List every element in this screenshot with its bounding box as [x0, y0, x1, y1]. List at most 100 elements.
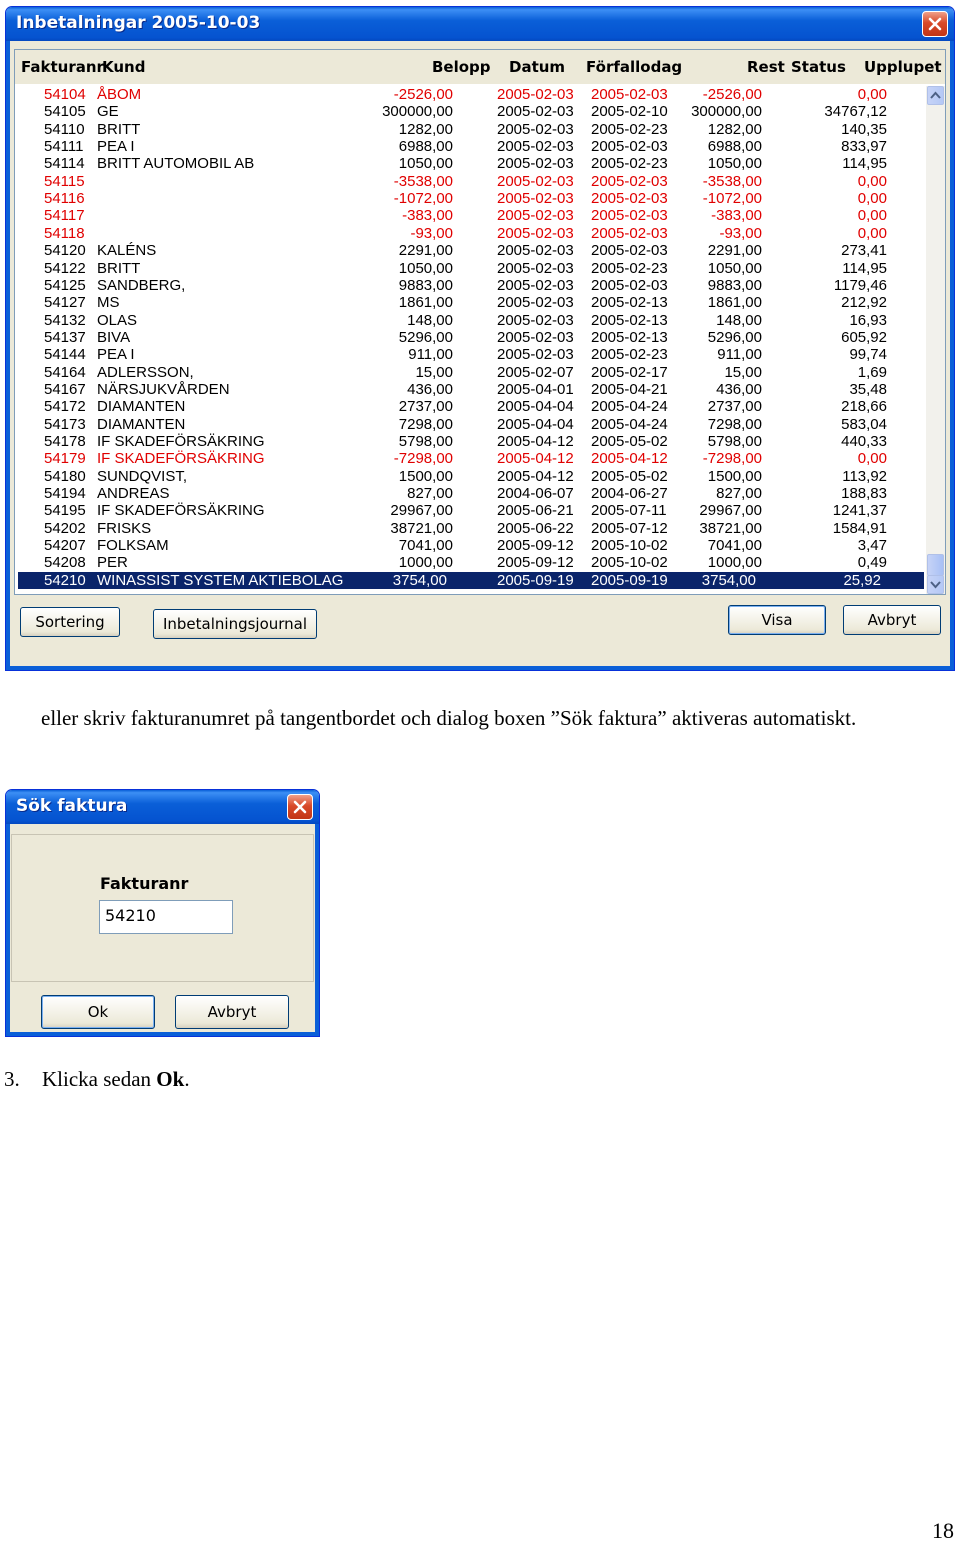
- cell-nr: 54208: [44, 554, 86, 572]
- table-row[interactable]: 54120 KALÉNS 2291,00 2005-02-03 2005-02-03 22…: [15, 242, 927, 259]
- table-row[interactable]: 54172 DIAMANTEN 2737,00 2005-04-04 2005-04-2…: [15, 398, 927, 415]
- table-row[interactable]: 54114 BRITT AUTOMOBIL AB 1050,00 2005-02-03…: [15, 155, 927, 172]
- cell-belopp: 3754,00: [392, 571, 447, 589]
- cell-rest: -2526,00: [702, 86, 762, 103]
- table-row[interactable]: 54132 OLAS 148,00 2005-02-03 2005-02-13 148,0…: [15, 312, 927, 329]
- column-header-kund[interactable]: Kund: [102, 58, 145, 76]
- cell-nr: 54116: [44, 190, 85, 208]
- table-row[interactable]: 54122 BRITT 1050,00 2005-02-03 2005-02-23 105…: [15, 260, 927, 277]
- cell-belopp: 827,00: [407, 485, 453, 503]
- column-header-status[interactable]: Status: [791, 58, 846, 76]
- payments-titlebar[interactable]: Inbetalningar 2005-10-03: [6, 7, 954, 41]
- fakturanr-input[interactable]: 54210: [99, 900, 233, 934]
- column-header-belopp[interactable]: Belopp: [432, 58, 491, 76]
- cell-rest: 911,00: [717, 346, 762, 364]
- cell-rest: -93,00: [719, 224, 762, 242]
- cell-forfall: 2005-05-02: [591, 467, 668, 485]
- visa-button[interactable]: Visa: [728, 605, 826, 635]
- cell-belopp: -2526,00: [393, 86, 453, 103]
- dialog-title: Sök faktura: [16, 796, 128, 816]
- table-row[interactable]: 54210 WINASSIST SYSTEM AKTIEBOLAG 3754,00 2…: [18, 571, 924, 589]
- table-row[interactable]: 54125 SANDBERG, 9883,00 2005-02-03 2005-02-0…: [15, 277, 927, 294]
- column-header-rest[interactable]: Rest: [747, 58, 785, 76]
- cell-belopp: 1050,00: [398, 155, 453, 173]
- cell-forfall: 2005-02-03: [591, 138, 668, 156]
- inbetalningsjournal-button[interactable]: Inbetalningsjournal: [153, 609, 317, 639]
- table-row[interactable]: 54202 FRISKS 38721,00 2005-06-22 2005-07-12 3…: [15, 520, 927, 537]
- step-instruction: 3. Klicka sedan Ok.: [4, 1067, 190, 1092]
- table-row[interactable]: 54173 DIAMANTEN 7298,00 2005-04-04 2005-04-2…: [15, 416, 927, 433]
- table-row[interactable]: 54127 MS 1861,00 2005-02-03 2005-02-13 1861,0…: [15, 294, 927, 311]
- table-row[interactable]: 54179 IF SKADEFÖRSÄKRING -7298,00 2005-04-1…: [15, 450, 927, 467]
- table-row[interactable]: 54116 -1072,00 2005-02-03 2005-02-03 -1072,0…: [15, 190, 927, 207]
- cell-belopp: -7298,00: [393, 450, 453, 468]
- cell-rest: 15,00: [724, 363, 762, 381]
- scroll-down-button[interactable]: [927, 575, 944, 594]
- cell-belopp: 1050,00: [398, 259, 453, 277]
- table-row[interactable]: 54178 IF SKADEFÖRSÄKRING 5798,00 2005-04-12…: [15, 433, 927, 450]
- cell-belopp: 5798,00: [398, 433, 453, 450]
- cell-datum: 2005-02-03: [497, 120, 574, 138]
- cell-belopp: 1000,00: [398, 554, 453, 572]
- cell-nr: 54125: [44, 276, 86, 294]
- table-row[interactable]: 54117 -383,00 2005-02-03 2005-02-03 -383,00 0…: [15, 207, 927, 224]
- cell-nr: 54172: [44, 398, 86, 416]
- cell-kund: FOLKSAM: [97, 537, 169, 555]
- cell-kund: ANDREAS: [97, 485, 170, 503]
- sortering-button[interactable]: Sortering: [20, 607, 120, 637]
- cell-forfall: 2005-04-21: [591, 380, 668, 398]
- table-row[interactable]: 54180 SUNDQVIST, 1500,00 2005-04-12 2005-05-…: [15, 468, 927, 485]
- cell-belopp: -383,00: [402, 207, 453, 225]
- table-row[interactable]: 54105 GE 300000,00 2005-02-03 2005-02-10 3000…: [15, 103, 927, 120]
- dialog-titlebar[interactable]: Sök faktura: [6, 790, 319, 824]
- table-row[interactable]: 54115 -3538,00 2005-02-03 2005-02-03 -3538,0…: [15, 173, 927, 190]
- cell-forfall: 2005-04-24: [591, 415, 668, 433]
- table-row[interactable]: 54195 IF SKADEFÖRSÄKRING 29967,00 2005-06-2…: [15, 502, 927, 519]
- column-header-forfallodag[interactable]: Förfallodag: [586, 58, 682, 76]
- column-header-fakturanr[interactable]: Fakturanr: [21, 58, 104, 76]
- cell-kund: BRITT: [97, 259, 141, 277]
- cell-upplupet: 114,95: [842, 259, 887, 277]
- vertical-scrollbar[interactable]: [926, 86, 945, 594]
- avbryt-button[interactable]: Avbryt: [843, 605, 941, 635]
- cell-rest: 1861,00: [707, 294, 762, 312]
- cell-belopp: 9883,00: [398, 276, 453, 294]
- table-row[interactable]: 54137 BIVA 5296,00 2005-02-03 2005-02-13 5296…: [15, 329, 927, 346]
- table-row[interactable]: 54110 BRITT 1282,00 2005-02-03 2005-02-23 128…: [15, 121, 927, 138]
- table-row[interactable]: 54164 ADLERSSON, 15,00 2005-02-07 2005-02-17…: [15, 364, 927, 381]
- table-row[interactable]: 54111 PEA I 6988,00 2005-02-03 2005-02-03 698…: [15, 138, 927, 155]
- scroll-up-button[interactable]: [927, 86, 944, 105]
- column-header-datum[interactable]: Datum: [509, 58, 565, 76]
- payments-window-title: Inbetalningar 2005-10-03: [16, 13, 261, 33]
- payments-grid[interactable]: Fakturanr Kund Belopp Datum Förfallodag …: [14, 49, 946, 595]
- cell-rest: 3754,00: [701, 571, 756, 589]
- cell-kund: IF SKADEFÖRSÄKRING: [97, 433, 265, 450]
- table-row[interactable]: 54208 PER 1000,00 2005-09-12 2005-10-02 1000,…: [15, 554, 927, 571]
- cell-rest: 300000,00: [691, 103, 762, 121]
- cell-nr: 54132: [44, 311, 86, 329]
- table-row[interactable]: 54207 FOLKSAM 7041,00 2005-09-12 2005-10-02 7…: [15, 537, 927, 554]
- search-invoice-dialog: Sök faktura Fakturanr 54210 Ok Avbryt: [5, 789, 320, 1037]
- close-icon[interactable]: [922, 11, 948, 37]
- column-header-upplupet[interactable]: Upplupet: [864, 58, 942, 76]
- cell-belopp: -3538,00: [393, 172, 453, 190]
- cell-rest: 9883,00: [707, 276, 762, 294]
- table-row[interactable]: 54118 -93,00 2005-02-03 2005-02-03 -93,00 0,0…: [15, 225, 927, 242]
- cell-rest: 1500,00: [707, 467, 762, 485]
- table-row[interactable]: 54167 NÄRSJUKVÅRDEN 436,00 2005-04-01 2005-0…: [15, 381, 927, 398]
- cell-forfall: 2005-02-03: [591, 190, 668, 208]
- cell-upplupet: 0,00: [857, 86, 887, 103]
- cell-nr: 54114: [44, 155, 85, 173]
- window-border-left: [6, 824, 10, 1036]
- cell-kund: BRITT: [97, 120, 141, 138]
- table-row[interactable]: 54144 PEA I 911,00 2005-02-03 2005-02-23 911,…: [15, 346, 927, 363]
- close-icon[interactable]: [287, 794, 313, 820]
- table-row[interactable]: 54194 ANDREAS 827,00 2004-06-07 2004-06-27 82…: [15, 485, 927, 502]
- cell-upplupet: 99,74: [849, 346, 887, 364]
- table-row[interactable]: 54104 ÅBOM -2526,00 2005-02-03 2005-02-03 -25…: [15, 86, 927, 103]
- ok-button[interactable]: Ok: [41, 995, 155, 1029]
- cell-belopp: 1500,00: [398, 467, 453, 485]
- scroll-thumb[interactable]: [927, 554, 944, 576]
- dialog-cancel-button[interactable]: Avbryt: [175, 995, 289, 1029]
- cell-datum: 2005-02-03: [497, 311, 574, 329]
